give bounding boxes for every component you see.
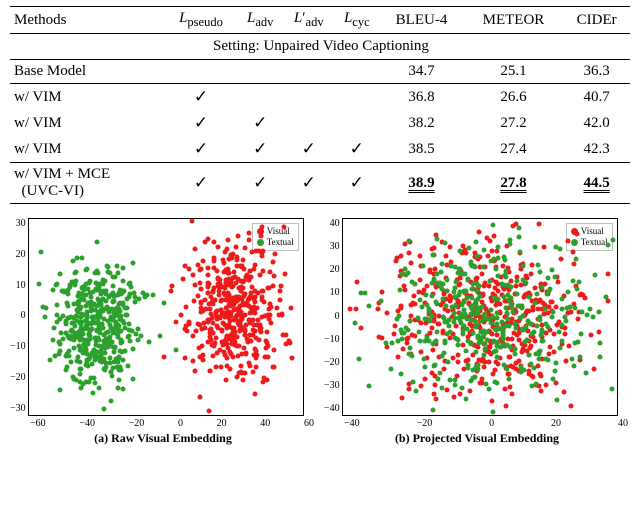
table-row: w/ VIM ✓ ✓ ✓ ✓ 38.5 27.4 42.3: [10, 136, 630, 163]
panel-a: 3020100−10−20−30 Visual Textual −60−40−2…: [10, 218, 316, 446]
method-name: w/ VIM + MCE (UVC-VI): [10, 163, 165, 204]
xticks-b: −40−2002040: [342, 418, 630, 429]
embedding-figure: 3020100−10−20−30 Visual Textual −60−40−2…: [10, 218, 630, 446]
col-lcyc: Lcyc: [334, 7, 379, 34]
caption-b: (b) Projected Visual Embedding: [324, 431, 630, 446]
yticks-b: 403020100−10−20−30−40: [324, 218, 342, 414]
table-row: w/ VIM + MCE (UVC-VI) ✓ ✓ ✓ ✓ 38.9 27.8 …: [10, 163, 630, 204]
panel-b: 403020100−10−20−30−40 Visual Textual −40…: [324, 218, 630, 446]
table-row: w/ VIM ✓ ✓ 38.2 27.2 42.0: [10, 110, 630, 136]
col-ladvp: L′adv: [283, 7, 334, 34]
col-ladv: Ladv: [237, 7, 283, 34]
method-name: Base Model: [10, 60, 165, 84]
col-lpseudo: Lpseudo: [165, 7, 237, 34]
caption-a: (a) Raw Visual Embedding: [10, 431, 316, 446]
xticks-a: −60−40−200204060: [28, 418, 316, 429]
ablation-table: Methods Lpseudo Ladv L′adv Lcyc BLEU-4 M…: [10, 6, 630, 204]
setting-row: Setting: Unpaired Video Captioning: [10, 34, 630, 60]
table-row: w/ VIM ✓ 36.8 26.6 40.7: [10, 84, 630, 111]
scatter-a: Visual Textual: [28, 218, 304, 416]
col-bleu4: BLEU-4: [379, 7, 463, 34]
table-row: Base Model 34.7 25.1 36.3: [10, 60, 630, 84]
col-meteor: METEOR: [464, 7, 564, 34]
yticks-a: 3020100−10−20−30: [10, 218, 28, 414]
col-cider: CIDEr: [563, 7, 630, 34]
scatter-b: Visual Textual: [342, 218, 618, 416]
col-methods: Methods: [10, 7, 165, 34]
